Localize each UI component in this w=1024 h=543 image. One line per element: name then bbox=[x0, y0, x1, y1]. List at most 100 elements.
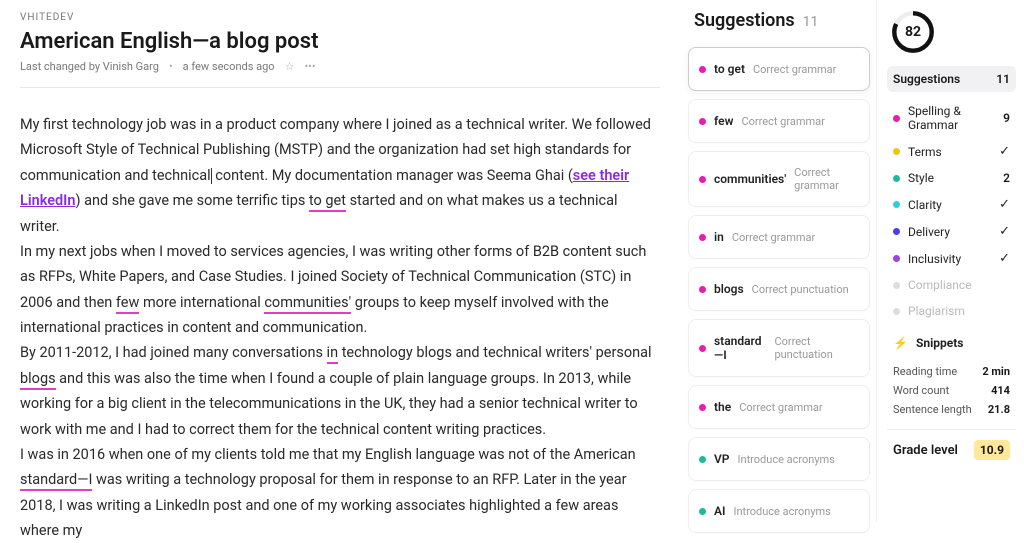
category-pip bbox=[893, 282, 900, 289]
category-pip bbox=[893, 148, 900, 155]
category-row: Compliance bbox=[887, 272, 1016, 298]
category-row[interactable]: Delivery✓ bbox=[887, 218, 1016, 245]
suggestion-term: VP bbox=[714, 452, 730, 466]
check-icon: ✓ bbox=[999, 251, 1010, 266]
suggestion-card[interactable]: VP Introduce acronyms bbox=[688, 437, 870, 481]
text-cursor bbox=[211, 168, 212, 184]
suggestion-card[interactable]: blogs Correct punctuation bbox=[688, 267, 870, 311]
document-body[interactable]: My first technology job was in a product… bbox=[20, 112, 660, 543]
category-row[interactable]: Spelling & Grammar 9 bbox=[887, 98, 1016, 138]
body-text: was writing a technology proposal for th… bbox=[20, 471, 627, 539]
snippets-row[interactable]: ⚡ Snippets bbox=[887, 330, 1016, 356]
doc-meta: Last changed by Vinish Garg • a few seco… bbox=[20, 60, 660, 73]
category-label: Inclusivity bbox=[908, 252, 991, 266]
suggestion-card[interactable]: to get Correct grammar bbox=[688, 47, 870, 91]
body-text: more international bbox=[139, 294, 264, 311]
category-label: Terms bbox=[908, 145, 991, 159]
suggestion-term: blogs bbox=[714, 282, 744, 296]
suggestions-heading: Suggestions bbox=[694, 10, 795, 31]
issue-communities[interactable]: communities' bbox=[264, 294, 351, 314]
suggestion-card[interactable]: communities'Correct grammar bbox=[688, 151, 870, 207]
suggestions-list: to get Correct grammar few Correct grammar c… bbox=[688, 47, 870, 533]
issue-in[interactable]: in bbox=[327, 344, 339, 364]
suggestion-term: communities' bbox=[714, 172, 786, 186]
check-icon: ✓ bbox=[999, 144, 1010, 159]
category-label: Style bbox=[908, 171, 995, 185]
suggestion-term: AI bbox=[714, 504, 725, 518]
body-text: I was in 2016 when one of my clients tol… bbox=[20, 446, 636, 463]
more-menu-icon[interactable]: ••• bbox=[304, 60, 315, 73]
category-pip bbox=[699, 404, 706, 411]
body-text: ) and she gave me some terrific tips bbox=[75, 192, 308, 209]
suggestion-reason: Introduce acronyms bbox=[738, 453, 835, 466]
category-list: Spelling & Grammar 9 Terms ✓ Style 2 Clarity ✓ D… bbox=[887, 98, 1016, 324]
meta-author: Last changed by Vinish Garg bbox=[20, 60, 159, 73]
stat-row: Reading time 2 min bbox=[887, 362, 1016, 381]
suggestion-reason: Correct grammar bbox=[741, 115, 824, 128]
category-label: Spelling & Grammar bbox=[908, 104, 995, 132]
stat-label: Reading time bbox=[893, 365, 957, 378]
check-icon: ✓ bbox=[999, 197, 1010, 212]
score-ring[interactable]: 82 bbox=[891, 10, 935, 54]
category-row[interactable]: Inclusivity ✓ bbox=[887, 245, 1016, 272]
sidebar-suggestions-header[interactable]: Suggestions 11 bbox=[887, 66, 1016, 92]
breadcrumb[interactable]: VHITEDEV bbox=[20, 12, 660, 23]
suggestion-reason: Correct grammar bbox=[732, 231, 815, 244]
body-text: content. My documentation manager was Se… bbox=[215, 167, 573, 184]
category-value: 2 bbox=[1003, 171, 1010, 185]
body-text: By 2011-2012, I had joined many conversa… bbox=[20, 344, 327, 361]
category-label: Delivery bbox=[908, 225, 991, 239]
suggestion-term: the bbox=[714, 400, 731, 414]
stat-value: 21.8 bbox=[988, 403, 1010, 416]
suggestions-header: Suggestions 11 bbox=[688, 10, 870, 31]
stat-value: 2 min bbox=[982, 365, 1010, 378]
category-pip bbox=[893, 308, 900, 315]
category-pip bbox=[699, 118, 706, 125]
body-text: and this was also the time when I found … bbox=[20, 370, 638, 438]
suggestion-card[interactable]: few Correct grammar bbox=[688, 99, 870, 143]
grade-row[interactable]: Grade level 10.9 bbox=[887, 429, 1016, 460]
issue-standard[interactable]: standard—I bbox=[20, 471, 92, 491]
suggestion-reason: Correct grammar bbox=[739, 401, 822, 414]
suggestion-card[interactable]: inCorrect grammar bbox=[688, 215, 870, 259]
stat-row: Word count414 bbox=[887, 381, 1016, 400]
suggestions-count: 11 bbox=[803, 14, 819, 30]
category-pip bbox=[699, 345, 706, 352]
bolt-icon: ⚡ bbox=[893, 336, 908, 350]
category-label: Compliance bbox=[908, 278, 1010, 292]
category-pip bbox=[893, 175, 900, 182]
snippets-label: Snippets bbox=[916, 336, 1010, 350]
category-pip bbox=[699, 234, 706, 241]
suggestion-card[interactable]: the Correct grammar bbox=[688, 385, 870, 429]
category-value: 9 bbox=[1003, 111, 1010, 125]
category-label: Clarity bbox=[908, 198, 991, 212]
stat-label: Sentence length bbox=[893, 403, 972, 416]
category-pip bbox=[893, 228, 900, 235]
category-label: Plagiarism bbox=[908, 304, 1010, 318]
stat-row: Sentence length 21.8 bbox=[887, 400, 1016, 419]
category-row[interactable]: Terms ✓ bbox=[887, 138, 1016, 165]
meta-separator: • bbox=[169, 60, 173, 73]
score-value: 82 bbox=[891, 10, 935, 54]
issue-few[interactable]: few bbox=[116, 294, 139, 314]
suggestion-card[interactable]: standard—ICorrect punctuation bbox=[688, 319, 870, 377]
suggestions-column: Suggestions 11 to get Correct grammar few C… bbox=[680, 0, 876, 522]
suggestion-term: to get bbox=[714, 62, 745, 76]
category-row[interactable]: Style 2 bbox=[887, 165, 1016, 191]
suggestion-term: few bbox=[714, 114, 733, 128]
issue-to-get[interactable]: to get bbox=[309, 192, 346, 212]
editor-column: VHITEDEV American English—a blog post La… bbox=[0, 0, 680, 522]
suggestion-reason: Correct grammar bbox=[753, 63, 836, 76]
category-row: Plagiarism bbox=[887, 298, 1016, 324]
sidebar-header-count: 11 bbox=[996, 72, 1010, 86]
favorite-icon[interactable]: ☆ bbox=[285, 60, 295, 73]
category-pip bbox=[893, 255, 900, 262]
category-pip bbox=[699, 66, 706, 73]
suggestion-reason: Correct punctuation bbox=[752, 283, 849, 296]
suggestion-card[interactable]: AIIntroduce acronyms bbox=[688, 489, 870, 533]
divider bbox=[20, 87, 660, 88]
issue-blogs[interactable]: blogs bbox=[20, 370, 56, 390]
category-pip bbox=[699, 286, 706, 293]
category-row[interactable]: Clarity ✓ bbox=[887, 191, 1016, 218]
category-pip bbox=[699, 176, 706, 183]
